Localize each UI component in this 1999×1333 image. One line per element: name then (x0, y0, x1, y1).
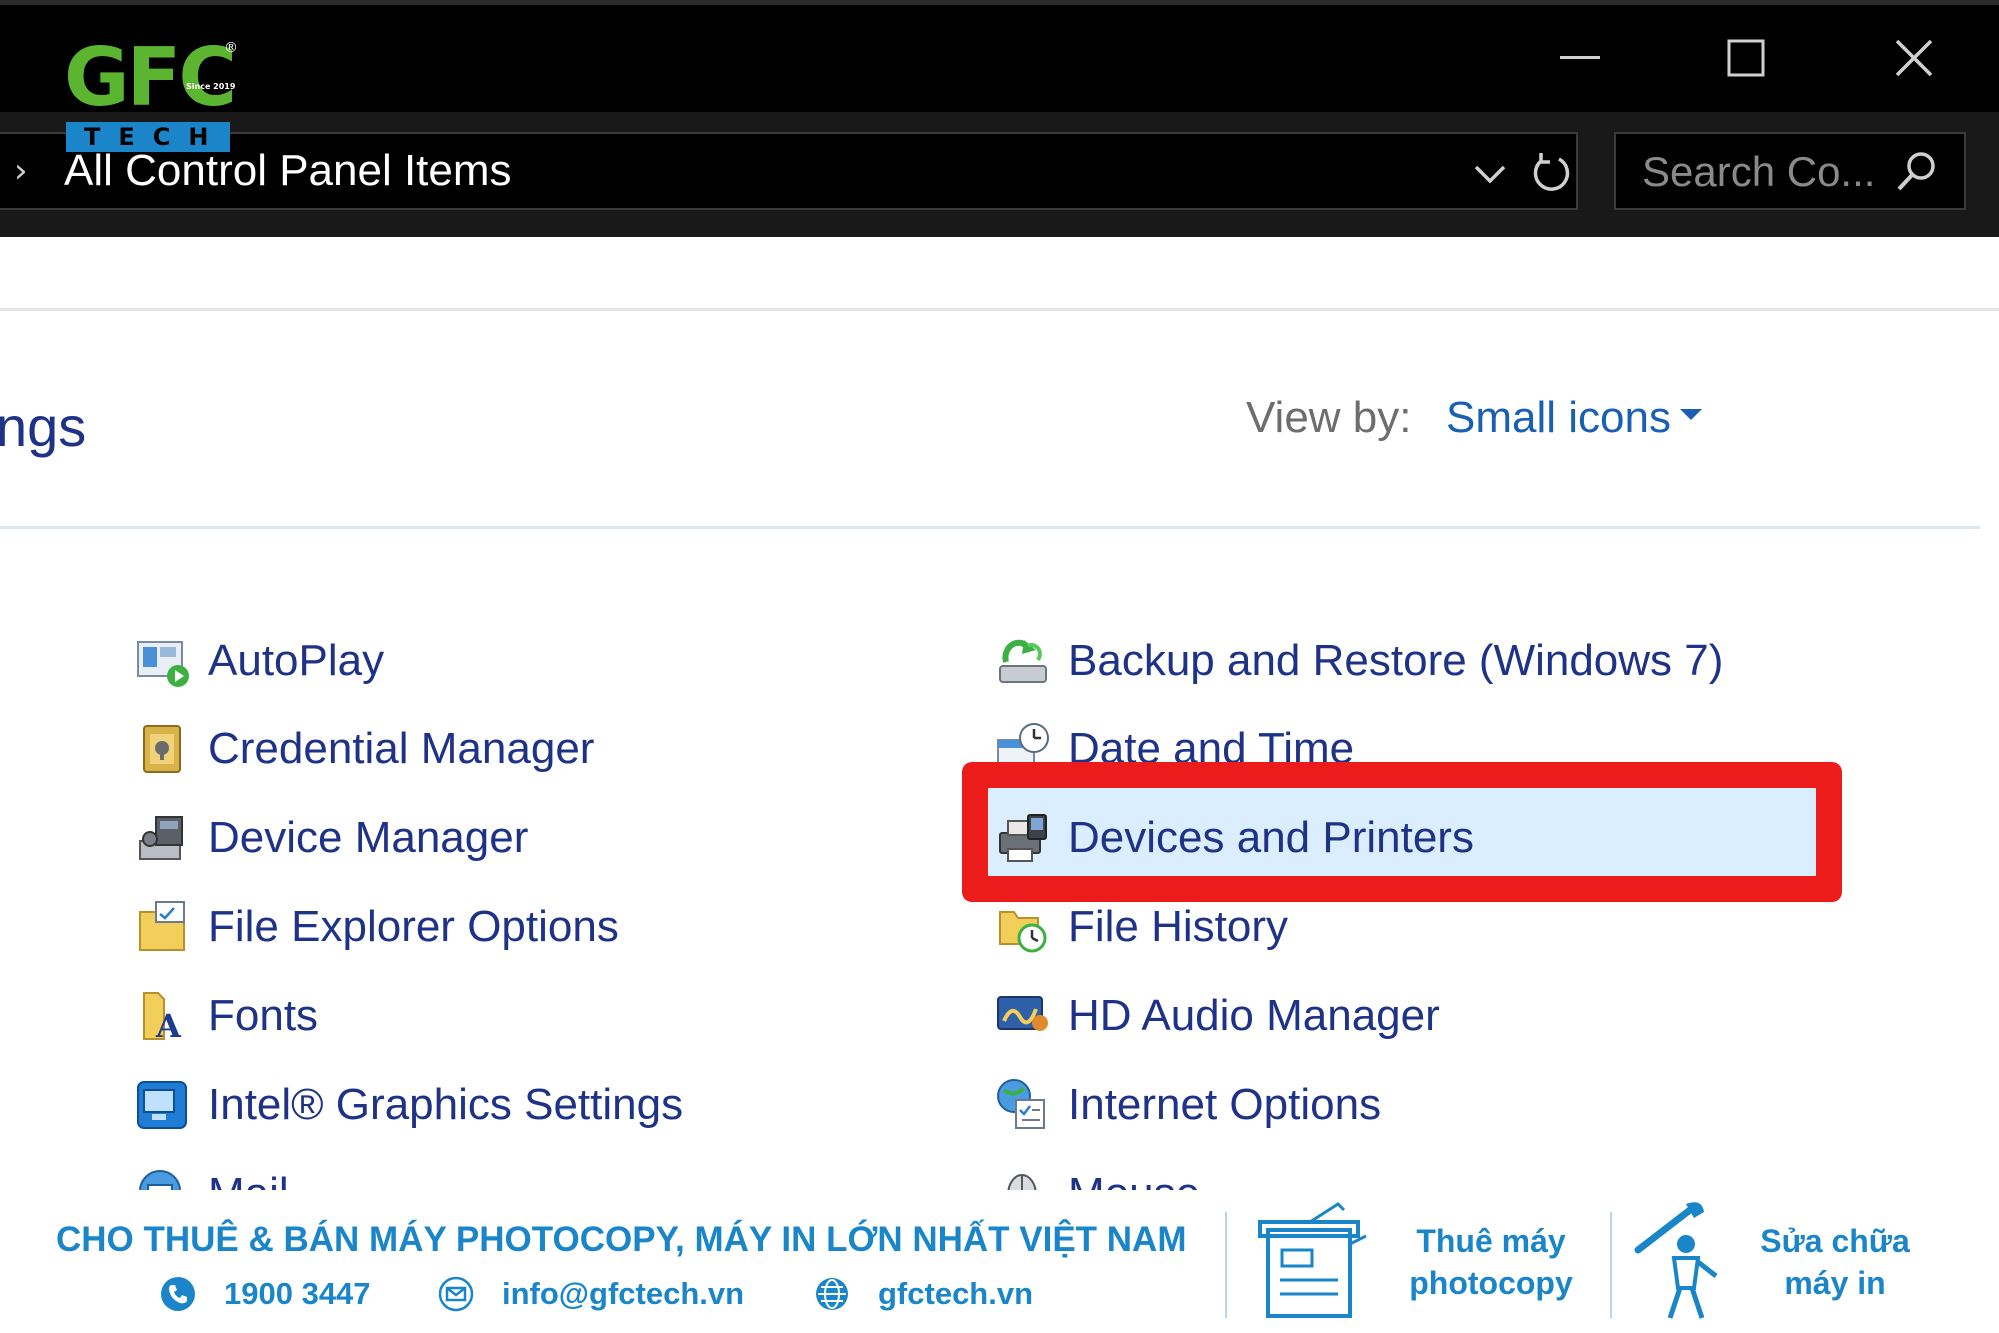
banner-divider (1610, 1212, 1612, 1318)
window-top-edge (0, 0, 1999, 5)
caret-down-icon[interactable] (1680, 409, 1702, 420)
breadcrumb-chevron-icon[interactable]: › (14, 152, 28, 190)
globe-icon (816, 1278, 848, 1310)
chevron-down-icon (1474, 165, 1506, 184)
repair-technician-icon (1634, 1202, 1718, 1319)
item-label: Internet Options (1068, 1080, 1382, 1129)
minimize-icon (1560, 56, 1600, 59)
control-panel-item-file-explorer-options[interactable]: File Explorer Options (134, 887, 619, 967)
refresh-icon (1533, 153, 1570, 191)
view-by-dropdown[interactable]: Small icons (1446, 390, 1671, 446)
control-panel-item-credential-manager[interactable]: Credential Manager (134, 709, 594, 789)
email-address: info@gfctech.vn (502, 1276, 745, 1311)
toolbar-separator (0, 308, 1999, 311)
service-repair-line2: máy in (1784, 1265, 1886, 1301)
phone-number: 1900 3447 (224, 1276, 371, 1311)
item-label: AutoPlay (208, 636, 385, 685)
search-icon[interactable] (1894, 150, 1938, 194)
control-panel-item-intel-graphics[interactable]: Intel® Graphics Settings (134, 1065, 683, 1145)
contact-website[interactable]: gfctech.vn (814, 1272, 1033, 1316)
intel-graphics-icon (137, 1081, 187, 1129)
logo-registered-mark: ® (224, 40, 238, 56)
item-label: HD Audio Manager (1068, 991, 1440, 1040)
hd-audio-icon (997, 996, 1048, 1031)
close-icon (1895, 39, 1933, 77)
photocopier-icon (1258, 1202, 1367, 1318)
contact-email[interactable]: info@gfctech.vn (438, 1272, 744, 1316)
address-history-dropdown[interactable] (1466, 150, 1514, 198)
item-label: File Explorer Options (208, 902, 619, 951)
page-title: ngs (0, 395, 87, 458)
banner-divider (1225, 1212, 1227, 1318)
annotation-highlight-box (962, 762, 1842, 902)
service-rental-line1: Thuê máy (1416, 1223, 1566, 1259)
logo-sub-text: TECH (66, 122, 230, 152)
contact-phone[interactable]: 1900 3447 (160, 1272, 371, 1316)
backup-restore-icon (999, 639, 1047, 683)
refresh-button[interactable] (1524, 146, 1578, 200)
file-history-icon (999, 911, 1047, 953)
control-panel-item-fonts[interactable]: A Fonts (134, 976, 318, 1056)
control-panel-item-autoplay[interactable]: AutoPlay (134, 621, 384, 701)
service-rental-line2: photocopy (1409, 1265, 1573, 1301)
fonts-icon: A (143, 992, 182, 1045)
item-label: File History (1068, 902, 1289, 951)
item-label: Intel® Graphics Settings (208, 1080, 684, 1129)
phone-icon (161, 1277, 195, 1311)
control-panel-item-backup-restore[interactable]: Backup and Restore (Windows 7) (994, 621, 1723, 701)
autoplay-icon (137, 641, 189, 687)
logo-main-text: GFC (64, 31, 237, 124)
item-label: Credential Manager (208, 724, 595, 773)
service-repair-label[interactable]: Sửa chữa máy in (1740, 1220, 1930, 1304)
device-manager-icon (139, 816, 183, 860)
item-label: Backup and Restore (Windows 7) (1068, 636, 1724, 685)
credential-manager-icon (143, 725, 181, 773)
item-label: Device Manager (208, 813, 529, 862)
control-panel-item-hd-audio-manager[interactable]: HD Audio Manager (994, 976, 1440, 1056)
item-label: Fonts (208, 991, 319, 1040)
control-panel-item-device-manager[interactable]: Device Manager (134, 798, 528, 878)
website-url: gfctech.vn (878, 1276, 1034, 1311)
service-rental-label[interactable]: Thuê máy photocopy (1398, 1220, 1584, 1304)
logo-since-text: Since 2019 (186, 82, 236, 91)
maximize-icon (1727, 39, 1765, 77)
maximize-button[interactable] (1686, 22, 1806, 94)
close-button[interactable] (1854, 22, 1974, 94)
email-icon (438, 1276, 474, 1312)
service-repair-line1: Sửa chữa (1760, 1223, 1910, 1259)
banner-slogan: CHO THUÊ & BÁN MÁY PHOTOCOPY, MÁY IN LỚN… (56, 1220, 1187, 1259)
svg-text:A: A (155, 1007, 182, 1045)
file-explorer-options-icon (139, 901, 185, 951)
control-panel-item-internet-options[interactable]: Internet Options (994, 1065, 1381, 1145)
header-separator (0, 526, 1980, 529)
search-input[interactable] (1640, 144, 1894, 200)
internet-options-icon (997, 1079, 1045, 1129)
gfc-tech-logo: GFC Since 2019 ® TECH (64, 38, 242, 156)
minimize-button[interactable] (1520, 22, 1640, 94)
view-by-label: View by: (1246, 393, 1412, 442)
